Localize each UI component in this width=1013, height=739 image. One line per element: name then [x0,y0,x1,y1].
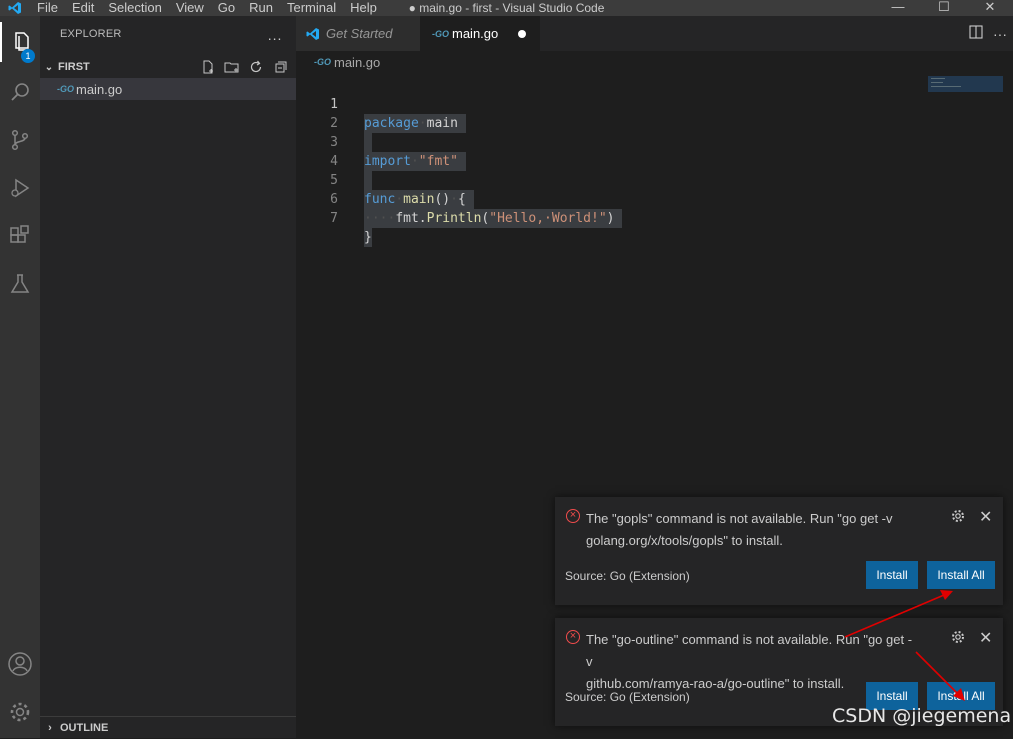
file-name: main.go [76,81,123,97]
code-line: 5 func·main()·{ [296,152,928,209]
code-line: 2 [296,95,928,152]
file-item-main-go[interactable]: -GO main.go [40,78,296,100]
new-file-icon[interactable] [198,58,218,76]
menu-run[interactable]: Run [242,0,280,16]
folder-section-header[interactable]: ⌄ FIRST [40,58,296,76]
message-line: The "go-outline" command is not availabl… [586,632,913,669]
explorer-header: EXPLORER ··· [40,16,296,52]
code-text: } [364,228,372,247]
vscode-logo-icon [306,27,319,40]
chevron-down-icon: ⌄ [44,61,54,73]
new-folder-icon[interactable] [222,58,242,76]
maximize-icon[interactable]: ☐ [921,0,967,14]
vscode-logo-icon [0,0,30,16]
gear-icon[interactable] [951,630,965,647]
minimap[interactable] [928,76,1003,92]
search-icon[interactable] [0,72,40,112]
more-actions-icon[interactable]: ··· [993,26,1007,42]
notification-message: The "gopls" command is not available. Ru… [586,508,916,552]
activity-bar: 1 [0,16,40,738]
account-icon[interactable] [0,644,40,684]
line-number: 7 [330,211,338,226]
go-file-icon: -GO [57,84,74,94]
menu-go[interactable]: Go [211,0,242,16]
close-icon[interactable]: ✕ [979,507,992,527]
explorer-icon[interactable]: 1 [0,22,40,63]
chevron-right-icon: › [48,722,52,734]
breadcrumb[interactable]: -GO main.go [296,51,380,73]
manage-gear-icon[interactable] [0,692,40,732]
error-icon: × [566,630,580,644]
gear-icon[interactable] [951,509,965,526]
install-all-button[interactable]: Install All [927,561,995,589]
close-window-icon[interactable]: ✕ [967,0,1013,14]
extensions-icon[interactable] [0,216,40,256]
explorer-title: EXPLORER [60,28,122,40]
message-line: The "gopls" command is not available. Ru… [586,511,893,526]
menu-file[interactable]: File [30,0,65,16]
code-line: 4 [296,133,928,190]
menu-help[interactable]: Help [343,0,384,16]
watermark: CSDN @jiegemena [832,705,1012,727]
install-button[interactable]: Install [866,561,918,589]
outline-section-header[interactable]: › OUTLINE [40,716,296,739]
code-line: 1 package·main [296,76,928,133]
unsaved-dot-icon[interactable] [518,30,526,38]
notification-gopls: × The "gopls" command is not available. … [555,497,1003,605]
refresh-icon[interactable] [246,58,266,76]
minimize-icon[interactable]: — [875,0,921,14]
tab-main-go[interactable]: -GO main.go [420,16,540,51]
title-bar: File Edit Selection View Go Run Terminal… [0,0,1013,16]
menu-terminal[interactable]: Terminal [280,0,343,16]
go-file-icon: -GO [314,57,331,67]
explorer-badge: 1 [21,49,35,63]
testing-icon[interactable] [0,264,40,304]
message-line: golang.org/x/tools/gopls" to install. [586,533,783,548]
notification-source: Source: Go (Extension) [565,569,690,583]
explorer-sidebar: EXPLORER ··· ⌄ FIRST -GO main.go › OUTLI… [40,16,296,738]
menu-view[interactable]: View [169,0,211,16]
notification-source: Source: Go (Extension) [565,690,690,704]
outline-title: OUTLINE [60,722,109,734]
code-editor[interactable]: 1 package·main 2 3 import·"fmt" 4 5 func… [296,76,928,247]
more-actions-icon[interactable]: ··· [267,30,282,46]
editor-tab-bar: Get Started -GO main.go ··· [296,16,1013,51]
code-text: ····fmt.Println("Hello,·World!") [364,209,623,228]
go-file-icon: -GO [432,28,449,39]
close-icon[interactable]: ✕ [979,628,992,648]
run-debug-icon[interactable] [0,168,40,208]
tab-label: Get Started [326,26,393,41]
menu-edit[interactable]: Edit [65,0,101,16]
folder-actions [198,58,290,76]
menu-selection[interactable]: Selection [101,0,168,16]
code-line: 6 ····fmt.Println("Hello,·World!") [296,171,928,228]
error-icon: × [566,509,580,523]
window-controls: — ☐ ✕ [875,0,1013,14]
source-control-icon[interactable] [0,120,40,160]
folder-name: FIRST [58,61,90,73]
editor-actions: ··· [969,16,1007,51]
menu-bar: File Edit Selection View Go Run Terminal… [30,0,384,16]
breadcrumb-file: main.go [334,54,381,70]
code-line: 3 import·"fmt" [296,114,928,171]
collapse-all-icon[interactable] [270,58,290,76]
code-line: 7 } [296,190,928,247]
tab-get-started[interactable]: Get Started [296,16,421,51]
split-editor-icon[interactable] [969,25,983,42]
tab-label: main.go [452,26,499,41]
